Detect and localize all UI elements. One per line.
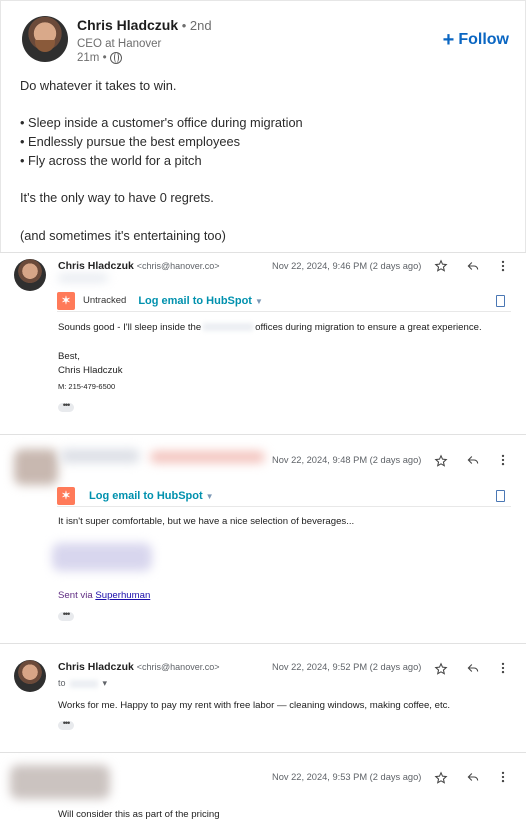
- show-trimmed-button[interactable]: •••: [58, 401, 74, 412]
- sender: Chris Hladczuk <chris@hanover.co>: [58, 260, 219, 272]
- follow-button[interactable]: + Follow: [442, 29, 509, 51]
- email-body: Works for me. Happy to pay my rent with …: [58, 700, 451, 711]
- more-vert-icon[interactable]: [500, 453, 506, 467]
- more-vert-icon[interactable]: [500, 770, 506, 784]
- log-label: Log email to HubSpot: [89, 489, 203, 502]
- email-date: Nov 22, 2024, 9:52 PM (2 days ago): [272, 662, 422, 672]
- sender-avatar: [14, 259, 46, 291]
- post-time: 21m •: [77, 52, 107, 64]
- email-body: Will consider this as part of the pricin…: [58, 809, 220, 820]
- email-message[interactable]: Chris Hladczuk <chris@hanover.co> Nov 22…: [0, 252, 526, 434]
- sender-avatar: [14, 660, 46, 692]
- linkedin-post: Chris Hladczuk • 2nd CEO at Hanover 21m …: [0, 0, 526, 252]
- hubspot-bar: ✶ Untracked Log email to HubSpot ▼: [57, 290, 511, 312]
- star-icon[interactable]: [434, 662, 448, 676]
- post-body: Do whatever it takes to win. • Sleep ins…: [20, 78, 303, 243]
- more-vert-icon[interactable]: [500, 661, 506, 675]
- email-message[interactable]: Nov 22, 2024, 9:48 PM (2 days ago) ✶ Log…: [0, 434, 526, 643]
- email-message[interactable]: Nov 22, 2024, 9:53 PM (2 days ago) Will …: [0, 752, 526, 826]
- redacted-recipient: [70, 679, 99, 688]
- hubspot-status[interactable]: Untracked: [83, 295, 126, 306]
- superhuman-link[interactable]: Superhuman: [95, 590, 150, 601]
- chevron-down-icon: ▼: [205, 491, 214, 501]
- more-vert-icon[interactable]: [500, 259, 506, 273]
- author-headline: CEO at Hanover: [77, 38, 162, 50]
- reply-icon[interactable]: [466, 770, 480, 784]
- sender-email: <chris@hanover.co>: [136, 662, 220, 672]
- reply-icon[interactable]: [466, 661, 480, 675]
- sender-email: <chris@hanover.co>: [136, 261, 220, 271]
- sender-name: Chris Hladczuk: [58, 661, 134, 673]
- log-to-hubspot-button[interactable]: Log email to HubSpot ▼: [89, 490, 214, 502]
- hubspot-icon: ✶: [57, 291, 75, 310]
- redacted-avatar: [14, 449, 58, 485]
- author-name-row: Chris Hladczuk • 2nd: [77, 17, 212, 33]
- signature-closing: Best,: [58, 351, 80, 362]
- chevron-down-icon: ▼: [254, 296, 263, 306]
- sender: Chris Hladczuk <chris@hanover.co>: [58, 661, 219, 673]
- author-avatar[interactable]: [22, 16, 68, 62]
- email-message[interactable]: Chris Hladczuk <chris@hanover.co> to ▾ N…: [0, 643, 526, 752]
- body-part-1: Sounds good - I'll sleep inside the: [58, 322, 202, 333]
- post-meta: 21m •: [77, 52, 122, 64]
- reply-icon[interactable]: [466, 453, 480, 467]
- email-date: Nov 22, 2024, 9:46 PM (2 days ago): [272, 261, 422, 271]
- hubspot-bar: ✶ Log email to HubSpot ▼: [57, 485, 511, 507]
- author-name[interactable]: Chris Hladczuk: [77, 17, 178, 33]
- connection-degree: • 2nd: [178, 18, 212, 33]
- email-date: Nov 22, 2024, 9:53 PM (2 days ago): [272, 772, 422, 782]
- star-icon[interactable]: [434, 454, 448, 468]
- sender-name: Chris Hladczuk: [58, 260, 134, 272]
- plus-icon: +: [442, 29, 455, 51]
- chevron-down-icon[interactable]: ▾: [103, 678, 108, 688]
- email-body: It isn't super comfortable, but we have …: [58, 516, 355, 527]
- star-icon[interactable]: [434, 771, 448, 785]
- log-to-hubspot-button[interactable]: Log email to HubSpot ▼: [138, 295, 263, 307]
- recipient-line[interactable]: to ▾: [58, 678, 107, 689]
- signature-phone: M: 215-479-6500: [58, 382, 116, 391]
- sent-via: Sent via Superhuman: [58, 590, 150, 601]
- show-trimmed-button[interactable]: •••: [58, 610, 74, 621]
- sent-via-prefix: Sent via: [58, 590, 96, 601]
- log-label: Log email to HubSpot: [138, 294, 252, 307]
- email-body: Sounds good - I'll sleep inside the offic…: [58, 322, 482, 333]
- follow-label: Follow: [458, 31, 509, 48]
- copy-icon[interactable]: [493, 293, 505, 307]
- copy-icon[interactable]: [493, 488, 505, 502]
- redacted-image: [52, 543, 152, 571]
- signature-name: Chris Hladczuk: [58, 365, 123, 376]
- to-prefix: to: [58, 678, 66, 688]
- redacted-email: [150, 451, 265, 463]
- star-icon[interactable]: [434, 259, 448, 273]
- redacted-recipient: [58, 275, 108, 281]
- show-trimmed-button[interactable]: •••: [58, 719, 74, 730]
- redacted-company: [203, 323, 254, 332]
- email-date: Nov 22, 2024, 9:48 PM (2 days ago): [272, 455, 422, 465]
- redacted-sender: [60, 449, 140, 463]
- reply-icon[interactable]: [466, 259, 480, 273]
- globe-icon: [109, 52, 122, 64]
- redacted-sender: [10, 765, 110, 799]
- hubspot-icon: ✶: [57, 486, 75, 505]
- body-part-2: offices during migration to ensure a gre…: [255, 322, 482, 333]
